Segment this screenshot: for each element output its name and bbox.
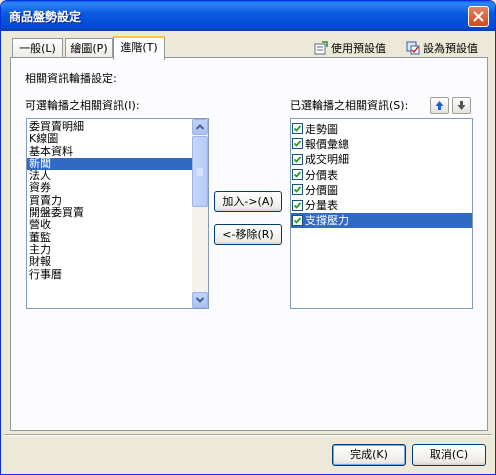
available-list-item[interactable]: 營收 — [27, 219, 192, 231]
selected-list-item[interactable]: 分價圖 — [291, 182, 472, 197]
selected-list-item[interactable]: 報價彙總 — [291, 136, 472, 151]
ok-button[interactable]: 完成(K) — [332, 444, 406, 466]
use-default-icon — [314, 41, 328, 55]
tab-general-label: 一般(L) — [19, 42, 56, 55]
dialog-window: 商品盤勢設定 一般(L) 繪圖(P) 進階(T) 使用預設值 設為預設值 相關資… — [0, 0, 496, 475]
section-label: 相關資訊輪播設定: — [25, 72, 117, 85]
add-button[interactable]: 加入->(A) — [214, 191, 282, 212]
check-icon — [293, 186, 302, 194]
dialog-content: 一般(L) 繪圖(P) 進階(T) 使用預設值 設為預設值 相關資訊輪播設定: … — [4, 31, 492, 472]
item-checkbox[interactable] — [292, 123, 303, 135]
move-down-button[interactable] — [452, 97, 471, 114]
set-default-label: 設為預設值 — [423, 42, 478, 55]
available-list-item[interactable]: 財報 — [27, 256, 192, 268]
remove-button-label: <-移除(R) — [222, 228, 274, 241]
item-checkbox[interactable] — [292, 199, 303, 211]
item-checkbox[interactable] — [292, 184, 303, 196]
tab-advanced[interactable]: 進階(T) — [113, 36, 165, 60]
selected-item-label: 分量表 — [305, 199, 338, 213]
check-icon — [293, 125, 302, 132]
selected-list-item[interactable]: 走勢圖 — [291, 121, 472, 136]
grip-icon — [197, 168, 203, 176]
scroll-thumb[interactable] — [192, 136, 208, 207]
scroll-up-button[interactable] — [192, 119, 208, 135]
selected-list-item[interactable]: 成交明細 — [291, 152, 472, 167]
selected-item-label: 報價彙總 — [305, 137, 349, 151]
available-list-item[interactable]: 法人 — [27, 170, 192, 182]
available-list-label: 可選輪播之相關資訊(I): — [25, 99, 140, 112]
chevron-up-icon — [195, 124, 205, 130]
footer-separator — [4, 434, 492, 436]
window-title: 商品盤勢設定 — [9, 10, 82, 24]
selected-item-label: 分價表 — [305, 168, 338, 182]
set-default-icon — [406, 41, 420, 55]
check-icon — [293, 156, 302, 163]
selected-list-label: 已選輪播之相關資訊(S): — [290, 99, 409, 112]
tab-advanced-label: 進階(T) — [120, 41, 158, 54]
selected-list-item[interactable]: 分價表 — [291, 167, 472, 182]
selected-list-item[interactable]: 支撐壓力 — [291, 212, 472, 229]
tab-drawing-label: 繪圖(P) — [70, 42, 108, 55]
available-list-item[interactable]: K線圖 — [27, 133, 192, 145]
selected-items: 走勢圖 報價彙總成交明細 分價表 分價圖分量表 支撐壓力 — [291, 119, 472, 229]
ok-button-label: 完成(K) — [350, 448, 388, 461]
advanced-panel: 相關資訊輪播設定: 可選輪播之相關資訊(I): 已選輪播之相關資訊(S): 委買… — [10, 57, 488, 431]
available-items: 委買賣明細 K線圖 基本資料 新聞 法人 資券 買賣力 開盤委買賣 營收 董監 主力 財報 行事曆 — [27, 119, 208, 281]
check-icon — [293, 171, 302, 178]
cancel-button[interactable]: 取消(C) — [412, 444, 486, 466]
tab-general[interactable]: 一般(L) — [12, 38, 63, 59]
set-default-button[interactable]: 設為預設值 — [406, 39, 478, 57]
selected-list-item[interactable]: 分量表 — [291, 197, 472, 212]
move-up-button[interactable] — [430, 97, 449, 114]
check-icon — [293, 217, 302, 224]
item-checkbox[interactable] — [292, 153, 303, 165]
selected-item-label: 成交明細 — [305, 153, 349, 167]
selected-item-label: 支撐壓力 — [305, 214, 349, 228]
use-default-button[interactable]: 使用預設值 — [314, 39, 386, 57]
selected-item-label: 分價圖 — [305, 183, 338, 197]
close-icon — [473, 11, 484, 22]
available-list-item[interactable]: 行事曆 — [27, 268, 192, 281]
item-checkbox[interactable] — [292, 214, 303, 226]
scroll-down-button[interactable] — [192, 292, 208, 308]
selected-listbox[interactable]: 走勢圖 報價彙總成交明細 分價表 分價圖分量表 支撐壓力 — [290, 118, 473, 309]
title-bar[interactable]: 商品盤勢設定 — [1, 1, 495, 31]
available-list-item[interactable]: 資券 — [27, 182, 192, 194]
item-checkbox[interactable] — [292, 138, 303, 150]
use-default-label: 使用預設值 — [331, 42, 386, 55]
available-scrollbar[interactable] — [192, 119, 208, 308]
remove-button[interactable]: <-移除(R) — [214, 224, 282, 245]
item-checkbox[interactable] — [292, 169, 303, 181]
available-list-item[interactable]: 新聞 — [27, 157, 192, 171]
chevron-down-icon — [195, 297, 205, 303]
available-list-item[interactable]: 董監 — [27, 231, 192, 244]
available-list-item[interactable]: 主力 — [27, 243, 192, 256]
available-list-item[interactable]: 基本資料 — [27, 145, 192, 158]
available-listbox[interactable]: 委買賣明細 K線圖 基本資料 新聞 法人 資券 買賣力 開盤委買賣 營收 董監 主力 財報 行事曆 — [26, 118, 209, 309]
arrow-up-icon — [435, 101, 444, 110]
close-button[interactable] — [468, 6, 489, 27]
arrow-down-icon — [457, 101, 466, 110]
add-button-label: 加入->(A) — [222, 195, 274, 208]
available-list-item[interactable]: 開盤委買賣 — [27, 206, 192, 219]
tab-drawing[interactable]: 繪圖(P) — [65, 38, 113, 59]
check-icon — [293, 202, 302, 209]
cancel-button-label: 取消(C) — [429, 448, 469, 461]
selected-item-label: 走勢圖 — [305, 122, 338, 136]
check-icon — [293, 140, 302, 148]
